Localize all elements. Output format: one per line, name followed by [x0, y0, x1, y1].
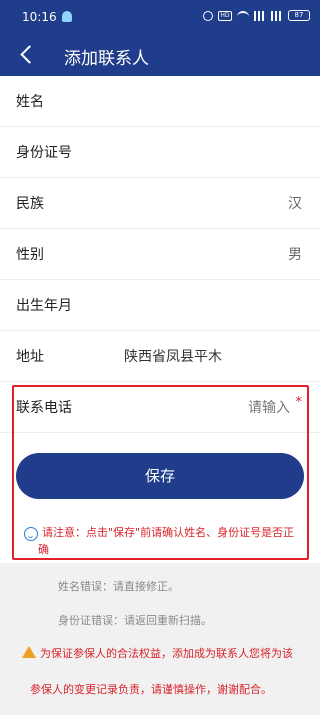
header-bar: 添加联系人	[0, 34, 320, 76]
name-label: 姓名	[16, 94, 44, 110]
warning-text: 为保证参保人的合法权益，添加成为联系人您将为该	[40, 647, 293, 660]
address-label: 地址	[16, 349, 44, 365]
id-error-hint: 身份证错误：请返回重新扫描。	[58, 614, 212, 627]
birth-date-label: 出生年月	[16, 298, 72, 314]
ethnicity-row[interactable]: 民族 汉	[0, 178, 320, 229]
address-row[interactable]: 地址 陕西省凤县平木	[0, 331, 320, 382]
warning-icon	[22, 646, 36, 658]
warning-text-cont: 参保人的变更记录负责，请谨慎操作，谢谢配合。	[30, 683, 272, 696]
gender-label: 性别	[16, 247, 44, 263]
highlight-box	[12, 385, 309, 560]
hd-icon: HD	[218, 10, 232, 21]
signal-icon	[254, 10, 266, 21]
signal-icon-2	[271, 10, 283, 21]
gender-value: 男	[288, 247, 302, 263]
back-arrow-icon[interactable]	[12, 40, 42, 70]
status-icons: HD 87	[203, 10, 310, 21]
status-bar: 10:16 HD 87	[0, 0, 320, 34]
wifi-icon	[237, 11, 249, 20]
contact-form: 姓名 身份证号 民族 汉 性别 男 出生年月 地址 陕西省凤县平木 联系电话 请…	[0, 76, 320, 433]
name-error-hint: 姓名错误：请直接修正。	[58, 580, 179, 593]
id-number-label: 身份证号	[16, 145, 72, 161]
ethnicity-value: 汉	[288, 196, 302, 212]
name-row[interactable]: 姓名	[0, 76, 320, 127]
status-time: 10:16	[22, 10, 57, 24]
id-number-row[interactable]: 身份证号	[0, 127, 320, 178]
gender-row[interactable]: 性别 男	[0, 229, 320, 280]
page-title: 添加联系人	[64, 49, 149, 69]
battery-icon: 87	[288, 10, 310, 21]
birth-date-row[interactable]: 出生年月	[0, 280, 320, 331]
address-value: 陕西省凤县平木	[124, 349, 222, 365]
ethnicity-label: 民族	[16, 196, 44, 212]
alarm-icon	[203, 10, 213, 21]
notification-app-icon	[62, 11, 72, 22]
